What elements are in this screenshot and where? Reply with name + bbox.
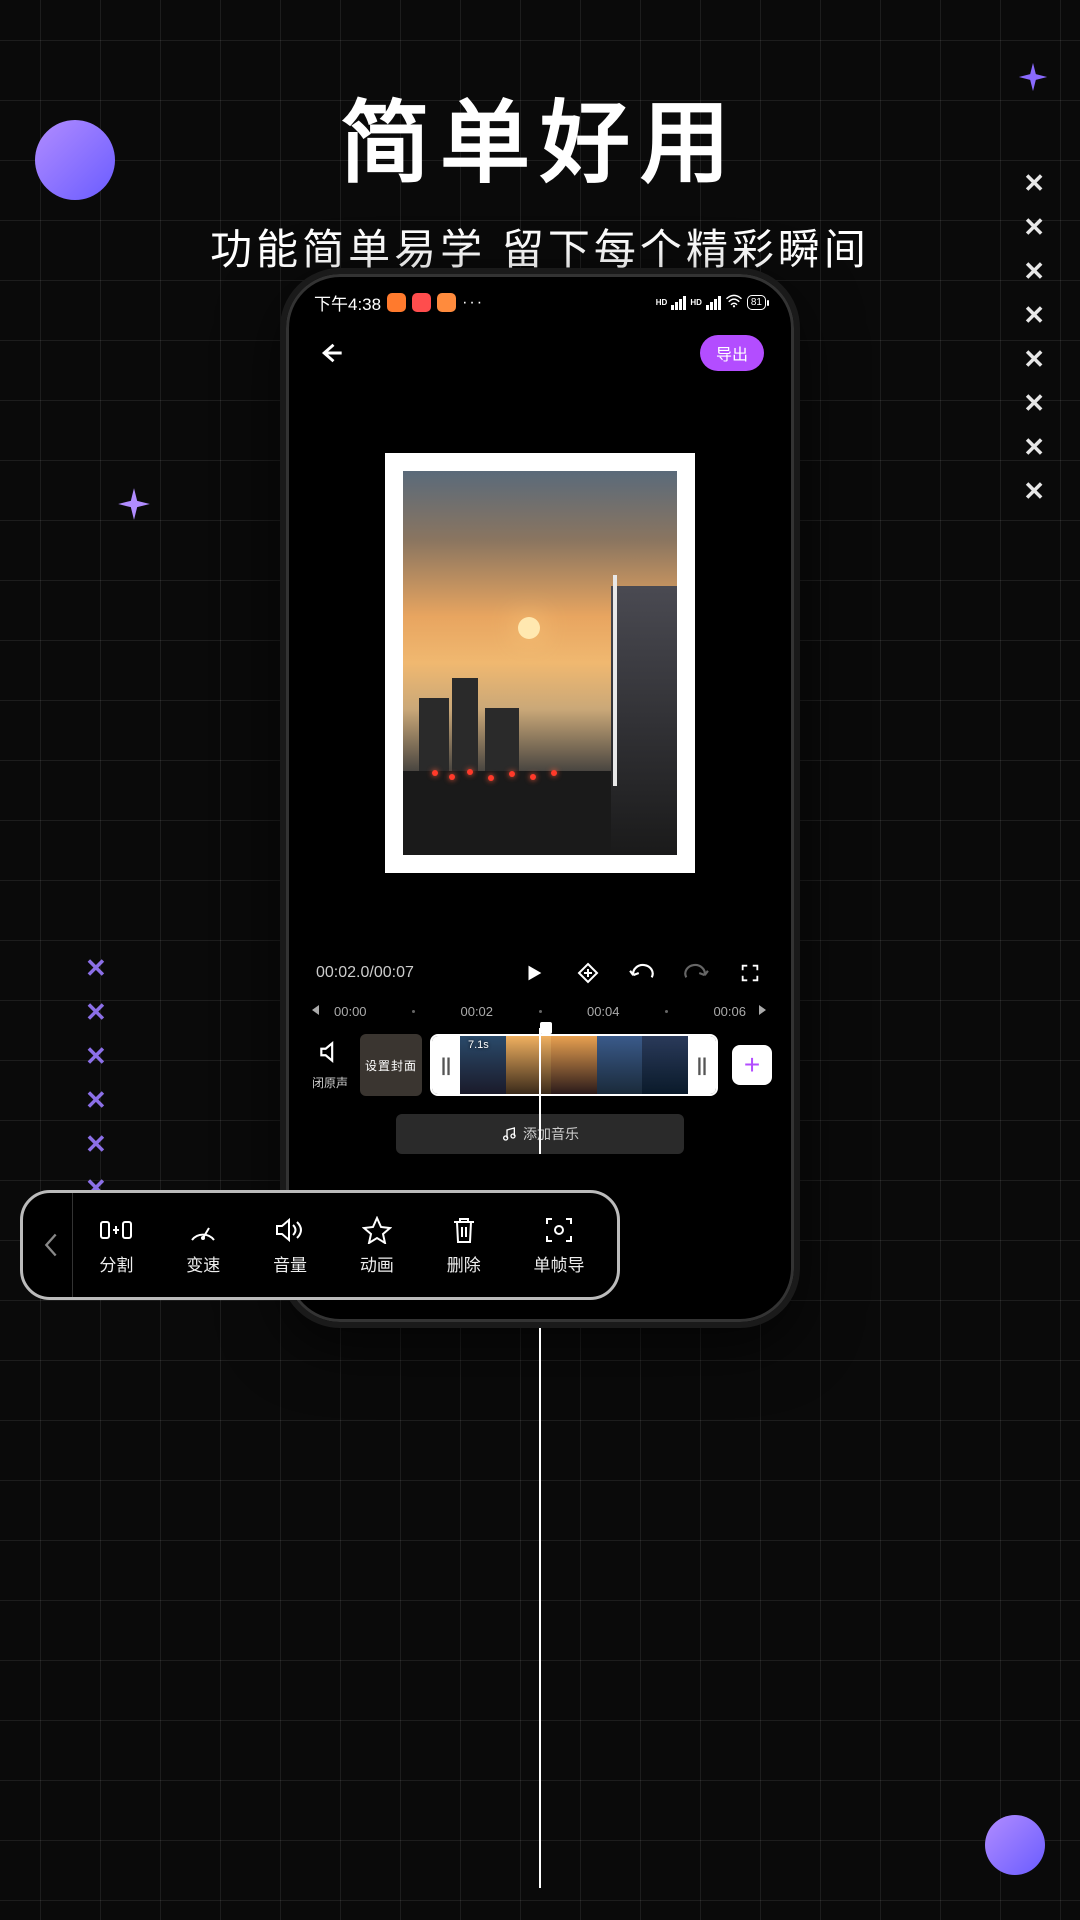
split-button[interactable]: 分割 xyxy=(99,1215,133,1276)
timecode-display: 00:02.0/00:07 xyxy=(316,964,414,982)
redo-button[interactable] xyxy=(682,959,710,987)
keyframe-button[interactable] xyxy=(574,959,602,987)
volume-icon xyxy=(273,1215,307,1245)
export-button[interactable]: 导出 xyxy=(700,335,764,371)
phone-frame: 下午4:38 ··· HD HD 81 导出 xyxy=(280,268,800,1328)
status-bar: 下午4:38 ··· HD HD 81 xyxy=(296,284,784,317)
preview-image xyxy=(403,471,677,855)
decor-circle-bottom-right xyxy=(985,1815,1045,1875)
video-clip[interactable]: 7.1s || || xyxy=(430,1034,718,1096)
add-music-label: 添加音乐 xyxy=(523,1124,579,1144)
delete-button[interactable]: 删除 xyxy=(447,1215,481,1276)
statusbar-time: 下午4:38 xyxy=(314,290,381,315)
trash-icon xyxy=(447,1215,481,1245)
toolbar-back-button[interactable] xyxy=(29,1193,73,1297)
statusbar-app-icon xyxy=(387,293,406,312)
undo-button[interactable] xyxy=(628,959,656,987)
clip-duration-label: 7.1s xyxy=(468,1039,489,1051)
signal-icon xyxy=(706,296,721,310)
play-button[interactable] xyxy=(520,959,548,987)
preview-frame xyxy=(385,453,695,873)
set-cover-button[interactable]: 设置封面 xyxy=(360,1034,422,1096)
edit-toolbar: 分割 变速 音量 动画 删除 单帧导 xyxy=(20,1190,620,1300)
ruler-mark: 00:00 xyxy=(334,1004,367,1019)
hd-indicator: HD xyxy=(690,298,702,307)
statusbar-app-icon xyxy=(437,293,456,312)
toolbar-item-label: 单帧导 xyxy=(534,1251,585,1276)
marketing-headline: 简单好用 功能简单易学 留下每个精彩瞬间 xyxy=(0,70,1080,277)
signal-icon xyxy=(671,296,686,310)
ruler-mark: 00:02 xyxy=(460,1004,493,1019)
playhead-extension-line xyxy=(539,1328,541,1888)
clip-handle-left[interactable]: || xyxy=(432,1036,460,1094)
clip-handle-right[interactable]: || xyxy=(688,1036,716,1094)
wifi-icon xyxy=(725,294,743,311)
battery-icon: 81 xyxy=(747,295,766,310)
headline-title: 简单好用 xyxy=(0,70,1080,200)
fullscreen-button[interactable] xyxy=(736,959,764,987)
mute-label: 闭原声 xyxy=(308,1074,352,1091)
video-preview[interactable] xyxy=(336,383,744,943)
clip-thumbnail xyxy=(597,1036,643,1094)
speedometer-icon xyxy=(186,1215,220,1245)
statusbar-app-icon xyxy=(412,293,431,312)
star-icon xyxy=(360,1215,394,1245)
animation-button[interactable]: 动画 xyxy=(360,1215,394,1276)
hd-indicator: HD xyxy=(656,298,668,307)
set-cover-label: 设置封面 xyxy=(365,1057,417,1074)
jump-start-button[interactable] xyxy=(308,1003,324,1020)
clip-thumbnail xyxy=(551,1036,597,1094)
playhead-line[interactable] xyxy=(539,1028,541,1154)
split-icon xyxy=(99,1215,133,1245)
toolbar-item-label: 变速 xyxy=(186,1251,220,1276)
playhead-marker[interactable] xyxy=(540,1022,552,1034)
toolbar-item-label: 分割 xyxy=(99,1251,133,1276)
toolbar-item-label: 动画 xyxy=(360,1251,394,1276)
toolbar-item-label: 删除 xyxy=(447,1251,481,1276)
mute-button[interactable] xyxy=(308,1039,352,1070)
ruler-mark: 00:04 xyxy=(587,1004,620,1019)
toolbar-item-label: 音量 xyxy=(273,1251,307,1276)
speed-button[interactable]: 变速 xyxy=(186,1215,220,1276)
frame-export-button[interactable]: 单帧导 xyxy=(534,1215,585,1276)
clip-thumbnail xyxy=(506,1036,552,1094)
sparkle-icon xyxy=(115,485,153,523)
add-clip-button[interactable]: + xyxy=(732,1045,772,1085)
statusbar-more-icon: ··· xyxy=(462,294,484,312)
volume-button[interactable]: 音量 xyxy=(273,1215,307,1276)
frame-export-icon xyxy=(542,1215,576,1245)
clip-thumbnail xyxy=(642,1036,688,1094)
ruler-mark: 00:06 xyxy=(713,1004,746,1019)
back-button[interactable] xyxy=(316,339,344,367)
jump-end-button[interactable] xyxy=(756,1003,772,1020)
